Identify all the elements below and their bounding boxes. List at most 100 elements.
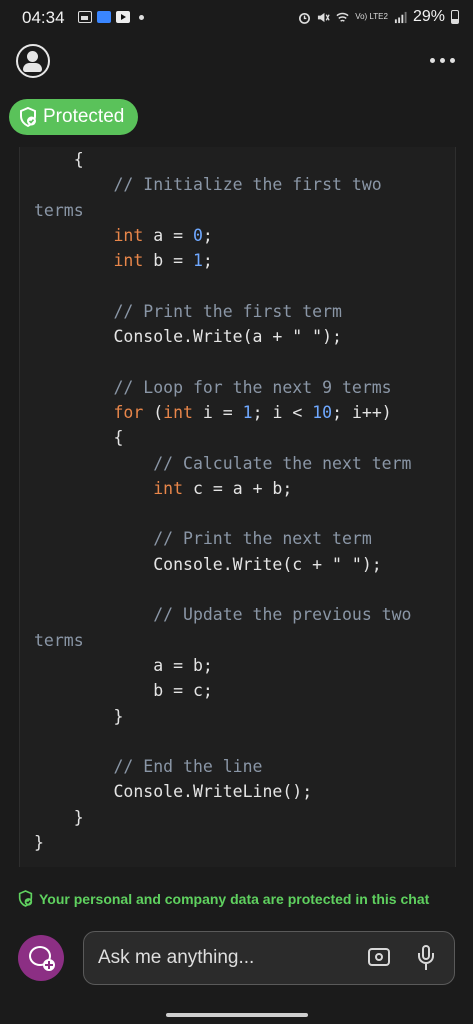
- code-token: " ": [292, 327, 323, 347]
- code-line: // End the line: [34, 754, 412, 779]
- mic-stand: [418, 953, 434, 964]
- code-token: i =: [192, 402, 243, 422]
- code-token: }: [34, 807, 84, 827]
- profile-avatar-icon[interactable]: [16, 44, 50, 78]
- code-token: 0: [192, 225, 203, 245]
- battery-percent: 29%: [412, 8, 445, 25]
- code-token: );: [361, 554, 382, 574]
- code-line: b = c;: [34, 678, 412, 703]
- cloud-app-icon: [97, 11, 111, 23]
- code-line: int a = 0;: [34, 223, 412, 248]
- microphone-icon[interactable]: [418, 945, 434, 971]
- plus-icon: [43, 959, 55, 971]
- code-token: // Print the next term: [34, 529, 372, 549]
- code-line: Console.Write(c + " ");: [34, 552, 412, 577]
- code-line: }: [34, 830, 412, 855]
- code-token: // End the line: [34, 757, 263, 777]
- code-line: // Initialize the first two: [34, 172, 412, 197]
- code-line: a = b;: [34, 653, 412, 678]
- code-token: b = c;: [34, 681, 213, 701]
- code-line: // Print the next term: [34, 526, 412, 551]
- signal-icon: [394, 11, 407, 23]
- mic-pole: [425, 964, 427, 970]
- dot: [450, 58, 455, 63]
- code-token: // Update the previous two: [34, 605, 412, 625]
- code-token: }: [34, 833, 44, 853]
- code-token: 1: [242, 402, 253, 422]
- code-token: int: [163, 402, 193, 422]
- more-options-icon[interactable]: [430, 58, 455, 63]
- code-token: ; i <: [252, 402, 313, 422]
- code-line: }: [34, 704, 412, 729]
- code-token: int: [153, 478, 184, 498]
- dot: [440, 58, 445, 63]
- code-token: (: [143, 402, 164, 422]
- protected-badge[interactable]: Protected: [9, 99, 139, 135]
- status-time: 04:34: [22, 8, 65, 27]
- avatar-head: [27, 51, 38, 62]
- code-line: terms: [34, 198, 412, 223]
- code-block: { // Initialize the first two terms int a…: [19, 147, 456, 867]
- code-line: {: [34, 147, 412, 172]
- new-chat-button[interactable]: [18, 935, 64, 981]
- code-token: terms: [34, 630, 84, 650]
- code-token: ;: [202, 251, 213, 271]
- code-token: );: [322, 327, 342, 347]
- mute-icon: [318, 12, 330, 22]
- code-token: // Initialize the first two: [34, 175, 382, 195]
- chat-input-placeholder: Ask me anything...: [98, 947, 255, 968]
- camera-icon[interactable]: [368, 948, 390, 966]
- code-token: a =: [143, 225, 193, 245]
- code-token: // Loop for the next 9 terms: [34, 377, 392, 397]
- dot: [430, 58, 435, 63]
- system-icons: Vo) LTE2 29%: [298, 8, 459, 26]
- code-token: int: [113, 251, 144, 271]
- alarm-icon: [299, 12, 311, 24]
- wifi-icon: [336, 12, 349, 22]
- shield-check-icon: [20, 107, 36, 127]
- status-bar: 04:34 Vo) LTE2 29%: [0, 0, 473, 36]
- code-line: // Update the previous two: [34, 602, 412, 627]
- more-notifications-dot-icon: [139, 14, 144, 20]
- code-line: int c = a + b;: [34, 476, 412, 501]
- code-line: for (int i = 1; i < 10; i++): [34, 400, 412, 425]
- code-token: c = a + b;: [183, 478, 293, 498]
- gallery-icon: [78, 11, 92, 23]
- code-line: Console.Write(a + " ");: [34, 324, 412, 349]
- code-token: Console.Write(c +: [34, 554, 333, 574]
- shield-check-icon: [18, 890, 33, 907]
- code-token: 1: [192, 251, 203, 271]
- code-token: }: [34, 706, 124, 726]
- avatar-body: [23, 63, 42, 72]
- chat-input[interactable]: Ask me anything...: [83, 931, 455, 985]
- network-label: Vo) LTE2: [355, 12, 388, 21]
- code-token: int: [113, 225, 144, 245]
- code-line: {: [34, 425, 412, 450]
- notification-icons: [78, 11, 144, 23]
- code-content: { // Initialize the first two terms int a…: [34, 147, 412, 855]
- code-token: Console.WriteLine();: [34, 782, 313, 802]
- code-token: ;: [202, 225, 213, 245]
- home-indicator[interactable]: [166, 1013, 308, 1017]
- code-line: }: [34, 805, 412, 830]
- code-token: Console.Write(a +: [34, 327, 293, 347]
- code-token: b =: [143, 251, 193, 271]
- code-token: // Calculate the next term: [34, 453, 412, 473]
- code-line: terms: [34, 628, 412, 653]
- protected-label: Protected: [43, 106, 125, 127]
- youtube-icon: [116, 11, 130, 23]
- code-token: for: [113, 402, 144, 422]
- code-line: // Print the first term: [34, 299, 412, 324]
- privacy-notice-text: Your personal and company data are prote…: [39, 890, 430, 907]
- code-token: 10: [312, 402, 333, 422]
- battery-icon: [451, 10, 459, 24]
- code-line: Console.WriteLine();: [34, 779, 412, 804]
- code-line: int b = 1;: [34, 248, 412, 273]
